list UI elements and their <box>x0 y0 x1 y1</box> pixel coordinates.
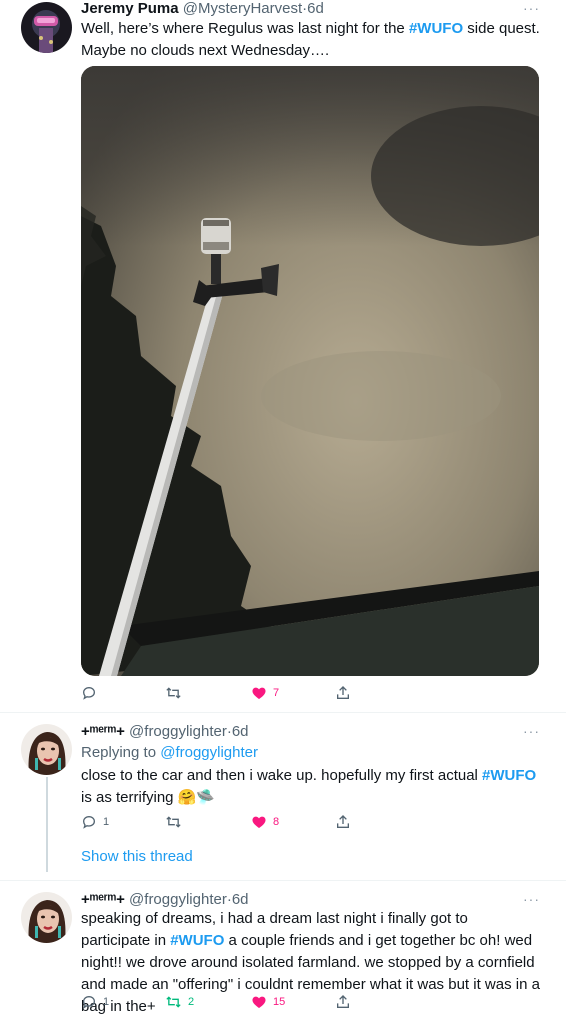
tweet-3[interactable]: +ᵐᵉʳᵐ+ @froggylighter·6d ··· speaking of… <box>0 881 566 1024</box>
hashtag-link[interactable]: #WUFO <box>409 20 463 37</box>
author-name[interactable]: +ᵐᵉʳᵐ+ <box>81 891 125 908</box>
author-handle[interactable]: @froggylighter <box>129 891 227 908</box>
share-icon <box>337 995 349 1008</box>
author-handle[interactable]: @MysteryHarvest <box>183 0 302 17</box>
avatar[interactable] <box>21 2 72 53</box>
more-options-icon[interactable]: ··· <box>523 0 540 16</box>
tweet-actions: 7 <box>81 683 361 703</box>
retweet-button[interactable]: 2 <box>165 992 194 1012</box>
avatar[interactable] <box>21 892 72 943</box>
tweet-text: close to the car and then i wake up. hop… <box>81 765 541 809</box>
emoji-hug-ufo: 🤗🛸 <box>177 789 216 806</box>
tweet-photo[interactable] <box>81 66 539 676</box>
author-name[interactable]: +ᵐᵉʳᵐ+ <box>81 723 125 740</box>
like-button[interactable]: 7 <box>251 683 279 703</box>
like-count: 7 <box>273 687 280 699</box>
tweet-time[interactable]: 6d <box>307 0 324 17</box>
avatar-image <box>21 2 72 53</box>
author-handle[interactable]: @froggylighter <box>129 723 227 740</box>
tweet-time[interactable]: 6d <box>232 723 249 740</box>
heart-filled-icon <box>252 687 266 699</box>
avatar-image <box>21 892 72 943</box>
reply-count: 1 <box>103 816 110 828</box>
retweet-icon <box>166 996 181 1008</box>
reply-icon <box>82 815 96 829</box>
reply-icon <box>82 995 96 1009</box>
share-button[interactable] <box>335 812 351 832</box>
retweet-count: 2 <box>188 996 195 1008</box>
reply-button[interactable]: 1 <box>81 812 109 832</box>
show-thread-link[interactable]: Show this thread <box>81 848 193 865</box>
more-options-icon[interactable]: ··· <box>523 891 540 907</box>
author-name[interactable]: Jeremy Puma <box>81 0 179 17</box>
like-button[interactable]: 8 <box>251 812 279 832</box>
tweet-time[interactable]: 6d <box>232 891 249 908</box>
tweet-text-part: close to the car and then i wake up. hop… <box>81 767 483 784</box>
hashtag-link[interactable]: #WUFO <box>170 932 224 949</box>
more-options-icon[interactable]: ··· <box>523 723 540 739</box>
share-button[interactable] <box>335 992 351 1012</box>
mention-link[interactable]: @froggylighter <box>160 744 258 761</box>
retweet-button[interactable] <box>165 683 188 703</box>
retweet-button[interactable] <box>165 812 188 832</box>
heart-filled-icon <box>252 816 266 828</box>
heart-filled-icon <box>252 996 266 1008</box>
tweet-text-part: Well, here’s where Regulus was last nigh… <box>81 20 409 37</box>
reply-button[interactable] <box>81 683 103 703</box>
like-count: 15 <box>273 996 286 1008</box>
share-icon <box>337 686 349 699</box>
avatar-image <box>21 724 72 775</box>
thread-connector <box>46 777 48 872</box>
avatar[interactable] <box>21 724 72 775</box>
photo-night-sky-weather-station <box>81 66 539 676</box>
retweet-icon <box>166 687 181 699</box>
hashtag-link[interactable]: #WUFO <box>482 767 536 784</box>
reply-icon <box>82 686 96 700</box>
replying-to: Replying to @froggylighter <box>81 744 258 762</box>
tweet-text-part: is as terrifying <box>81 789 178 806</box>
tweet-text: Well, here’s where Regulus was last nigh… <box>81 18 541 62</box>
share-button[interactable] <box>335 683 351 703</box>
replying-to-label: Replying to <box>81 744 161 761</box>
like-count: 8 <box>273 816 280 828</box>
tweet-actions: 1 8 <box>81 812 361 832</box>
share-icon <box>337 815 349 828</box>
tweet-1[interactable]: Jeremy Puma @MysteryHarvest·6d ··· Well,… <box>0 0 566 713</box>
reply-count: 1 <box>103 996 110 1008</box>
retweet-icon <box>166 816 181 828</box>
reply-button[interactable]: 1 <box>81 992 109 1012</box>
tweet-actions: 1 2 15 <box>81 992 361 1012</box>
like-button[interactable]: 15 <box>251 992 285 1012</box>
